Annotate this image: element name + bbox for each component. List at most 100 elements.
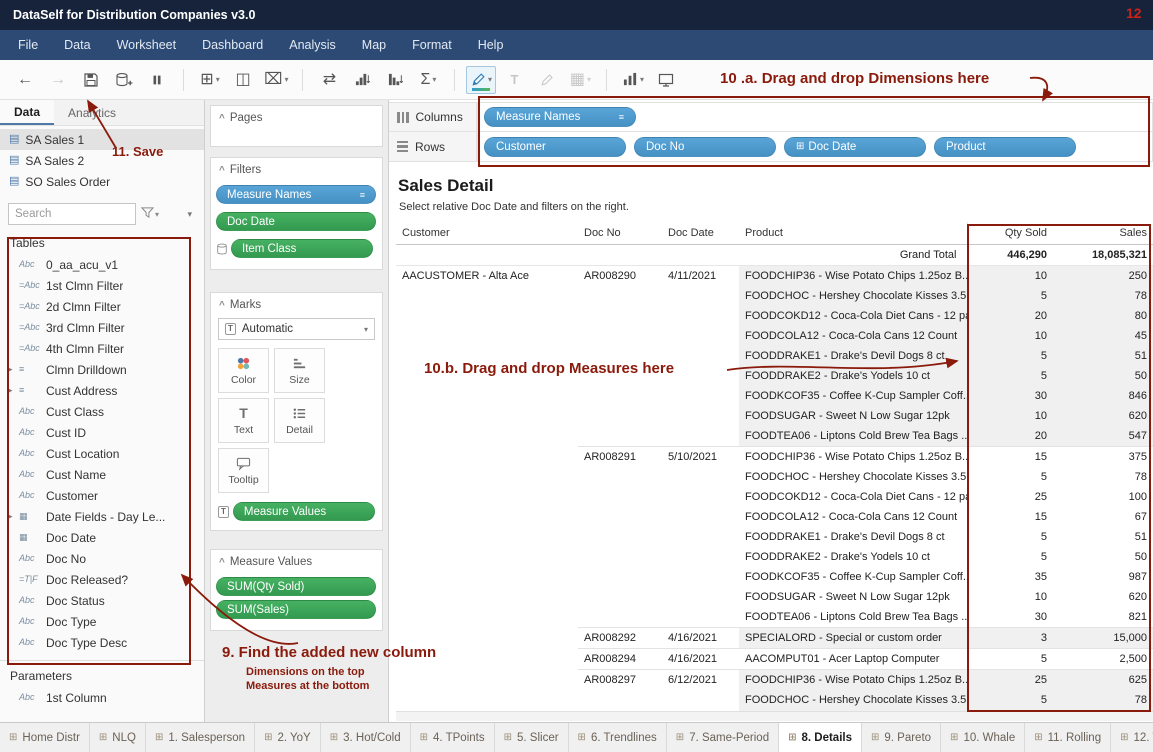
borders-button[interactable]: ▦▾ [565, 66, 595, 94]
field-row[interactable]: Abc 0_aa_acu_v1 [0, 254, 204, 275]
table-cell[interactable]: 250 [1063, 266, 1153, 287]
sheet-tab[interactable]: ⊞ 4. TPoints [411, 723, 495, 752]
clear-sheet-button[interactable]: ⌧▾ [261, 66, 291, 94]
table-cell[interactable]: SPECIALORD - Special or custom order [739, 628, 967, 649]
color-button[interactable]: Color [218, 348, 269, 393]
table-cell[interactable]: AR008294 [578, 649, 662, 670]
column-header[interactable]: Customer [396, 222, 578, 245]
field-row[interactable]: Abc Doc Status [0, 590, 204, 611]
table-cell[interactable]: 5 [967, 649, 1063, 670]
table-cell[interactable]: 30 [967, 386, 1063, 406]
menu-item[interactable]: Data [51, 30, 103, 60]
column-header[interactable]: Sales [1063, 222, 1153, 245]
field-row[interactable]: ▸ ≡ Cust Address [0, 380, 204, 401]
filter-pill[interactable]: Doc Date ≡ [216, 212, 376, 231]
detail-button[interactable]: Detail [274, 398, 325, 443]
sheet-tab[interactable]: ⊞ 7. Same-Period [667, 723, 779, 752]
new-data-source-button[interactable] [109, 66, 139, 94]
table-cell[interactable]: 67 [1063, 507, 1153, 527]
table-cell[interactable]: 10 [967, 406, 1063, 426]
sheet-tab[interactable]: ⊞ 10. Whale [941, 723, 1025, 752]
table-cell[interactable]: 620 [1063, 587, 1153, 607]
parameter-row[interactable]: Abc 1st Column [0, 687, 204, 708]
table-cell[interactable]: 5 [967, 547, 1063, 567]
sheet-tab[interactable]: ⊞ 5. Slicer [495, 723, 569, 752]
table-cell[interactable]: 5 [967, 690, 1063, 710]
table-cell[interactable]: 20 [967, 306, 1063, 326]
filter-funnel-button[interactable]: ▾ [141, 206, 159, 222]
sheet-tab[interactable]: ⊞ 3. Hot/Cold [321, 723, 411, 752]
table-cell[interactable]: 4/11/2021 [662, 266, 739, 447]
table-cell[interactable]: 5 [967, 467, 1063, 487]
panel-tab[interactable]: Analytics [54, 100, 130, 125]
field-row[interactable]: Abc Cust Class [0, 401, 204, 422]
field-row[interactable]: =Abc 2d Clmn Filter [0, 296, 204, 317]
data-source-row[interactable]: ▤ SA Sales 1 [0, 129, 204, 150]
text-button[interactable]: T Text [218, 398, 269, 443]
field-row[interactable]: Abc Doc Type Desc [0, 632, 204, 653]
table-cell[interactable]: 25 [967, 487, 1063, 507]
field-row[interactable]: ▸ ▦ Date Fields - Day Le... [0, 506, 204, 527]
table-cell[interactable]: 10 [967, 587, 1063, 607]
forward-button[interactable]: → [43, 66, 73, 94]
table-cell[interactable]: FOODCOKD12 - Coca-Cola Diet Cans - 12 pa… [739, 306, 967, 326]
table-cell[interactable]: 50 [1063, 366, 1153, 386]
table-cell[interactable]: 2,500 [1063, 649, 1153, 670]
table-cell[interactable]: FOODCHOC - Hershey Chocolate Kisses 3.5.… [739, 286, 967, 306]
table-cell[interactable]: 3 [967, 628, 1063, 649]
sheet-tab[interactable]: ⊞ 8. Details [779, 723, 862, 752]
show-hide-cards-button[interactable]: ▾ [618, 66, 648, 94]
size-button[interactable]: Size [274, 348, 325, 393]
table-cell[interactable]: FOODCOKD12 - Coca-Cola Diet Cans - 12 pa… [739, 487, 967, 507]
data-source-row[interactable]: ▤ SA Sales 2 [0, 150, 204, 171]
measure-pill[interactable]: SUM(Sales) [216, 600, 376, 619]
table-cell[interactable]: 20 [967, 426, 1063, 447]
rows-pill[interactable]: ⊞ Doc No ≡ [634, 137, 776, 157]
table-cell[interactable]: FOODDRAKE1 - Drake's Devil Dogs 8 ct [739, 527, 967, 547]
filter-pill[interactable]: Measure Names ≡ [216, 185, 376, 204]
field-row[interactable]: Abc Cust Location [0, 443, 204, 464]
table-cell[interactable]: 25 [967, 670, 1063, 691]
table-cell[interactable]: AACUSTOMER - Alta Ace [396, 266, 578, 712]
table-cell[interactable]: AR008290 [578, 266, 662, 447]
highlight-button[interactable]: ▾ [466, 66, 496, 94]
pause-auto-updates-button[interactable] [142, 66, 172, 94]
table-cell[interactable]: 4/16/2021 [662, 649, 739, 670]
table-cell[interactable]: AR008297 [578, 670, 662, 712]
table-cell[interactable]: 51 [1063, 346, 1153, 366]
field-row[interactable]: Abc Customer [0, 485, 204, 506]
table-cell[interactable]: FOODSUGAR - Sweet N Low Sugar 12pk [739, 406, 967, 426]
table-cell[interactable]: FOODCOLA12 - Coca-Cola Cans 12 Count [739, 326, 967, 346]
measure-pill[interactable]: SUM(Qty Sold) [216, 577, 376, 596]
field-row[interactable]: =Abc 3rd Clmn Filter [0, 317, 204, 338]
table-cell[interactable]: FOODSUGAR - Sweet N Low Sugar 12pk [739, 587, 967, 607]
column-header[interactable]: Doc No [578, 222, 662, 245]
field-row[interactable]: =Abc 1st Clmn Filter [0, 275, 204, 296]
table-cell[interactable]: 846 [1063, 386, 1153, 406]
sheet-tab[interactable]: ⊞ 11. Rolling [1025, 723, 1111, 752]
table-cell[interactable]: FOODDRAKE2 - Drake's Yodels 10 ct [739, 547, 967, 567]
table-cell[interactable]: FOODKCOF35 - Coffee K-Cup Sampler Coff.. [739, 567, 967, 587]
table-cell[interactable]: 821 [1063, 607, 1153, 628]
sheet-tab[interactable]: ⊞ 2. YoY [255, 723, 321, 752]
table-cell[interactable]: FOODTEA06 - Liptons Cold Brew Tea Bags .… [739, 607, 967, 628]
table-cell[interactable]: FOODCHOC - Hershey Chocolate Kisses 3.5.… [739, 690, 967, 710]
table-cell[interactable]: 987 [1063, 567, 1153, 587]
column-header[interactable]: Doc Date [662, 222, 739, 245]
table-cell[interactable]: FOODTEA06 - Liptons Cold Brew Tea Bags .… [739, 426, 967, 447]
columns-shelf[interactable]: ⊞ Measure Names ≡ [477, 102, 1153, 132]
table-cell[interactable]: FOODCOKD12 - Coca-Cola Diet Cans - 12 pa… [739, 710, 967, 711]
collapse-chevron-icon[interactable]: ^ [219, 300, 225, 311]
menu-item[interactable]: File [5, 30, 51, 60]
table-cell[interactable]: FOODCOLA12 - Coca-Cola Cans 12 Count [739, 507, 967, 527]
sheet-tab[interactable]: ⊞ 9. Pareto [862, 723, 941, 752]
table-cell[interactable]: 45 [1063, 326, 1153, 346]
table-cell[interactable]: 620 [1063, 406, 1153, 426]
table-cell[interactable]: 30 [967, 607, 1063, 628]
table-cell[interactable]: FOODCHIP36 - Wise Potato Chips 1.25oz B.… [739, 447, 967, 468]
rows-pill[interactable]: ⊞ Product ≡ [934, 137, 1076, 157]
table-cell[interactable]: 5 [967, 366, 1063, 386]
field-row[interactable]: ▸ ≡ Clmn Drilldown [0, 359, 204, 380]
field-row[interactable]: ▦ Doc Date [0, 527, 204, 548]
table-cell[interactable]: 5 [967, 346, 1063, 366]
